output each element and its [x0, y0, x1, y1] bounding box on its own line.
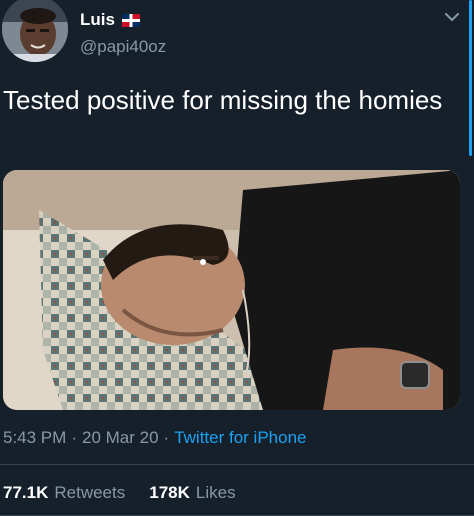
- tweet-date[interactable]: 20 Mar 20: [82, 428, 159, 448]
- retweets-count[interactable]: 77.1K: [3, 483, 48, 503]
- meta-separator: ·: [163, 428, 170, 447]
- chevron-down-icon[interactable]: [444, 12, 460, 22]
- retweets-label[interactable]: Retweets: [54, 483, 125, 503]
- author-handle[interactable]: @papi40oz: [80, 37, 166, 57]
- author-name[interactable]: Luis: [80, 10, 115, 30]
- meta-separator: ·: [71, 428, 77, 447]
- tweet-source-link[interactable]: Twitter for iPhone: [174, 428, 306, 448]
- tweet-meta: 5:43 PM · 20 Mar 20 · Twitter for iPhone: [3, 428, 306, 448]
- tweet-media[interactable]: [3, 170, 460, 410]
- scrollbar[interactable]: [469, 0, 472, 156]
- dominican-republic-flag-icon: [121, 13, 140, 27]
- avatar[interactable]: [2, 0, 68, 62]
- tweet-text: Tested positive for missing the homies: [3, 85, 443, 115]
- avatar-photo: [2, 0, 68, 62]
- tweet-stats: 77.1K Retweets 178K Likes: [3, 483, 236, 503]
- tweet-time: 5:43 PM: [3, 428, 67, 447]
- photo-man-sleeping-on-pillow: [3, 170, 460, 410]
- author-row[interactable]: Luis: [80, 9, 140, 31]
- divider: [0, 464, 474, 465]
- likes-label[interactable]: Likes: [196, 483, 236, 503]
- likes-count[interactable]: 178K: [149, 483, 190, 503]
